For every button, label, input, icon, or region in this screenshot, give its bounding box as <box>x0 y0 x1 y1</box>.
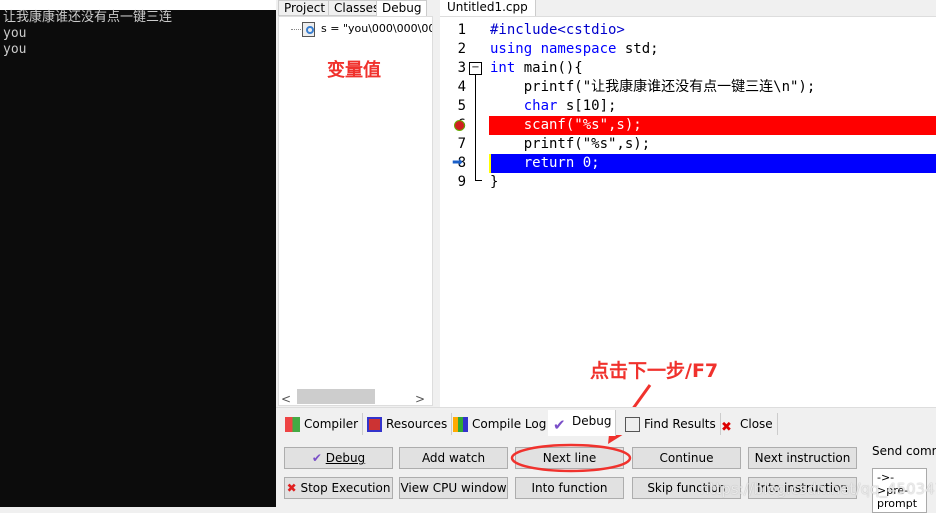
watermark: https://blog.csdn.net/qq_45034708 <box>700 480 936 498</box>
tab-project[interactable]: Project <box>278 0 332 16</box>
into-function-button[interactable]: Into function <box>515 477 624 499</box>
add-watch-button[interactable]: Add watch <box>399 447 508 469</box>
tab-debug-bottom[interactable]: ✔ Debug <box>548 410 617 436</box>
code-line-current: 8 return 0; <box>440 154 936 173</box>
console-window: 让我康康谁还没有点一键三连 you you <box>0 0 276 507</box>
debug-button[interactable]: ✔ Debug <box>284 447 393 469</box>
tab-find-results[interactable]: Find Results <box>620 413 721 435</box>
tab-compile-log[interactable]: Compile Log <box>448 413 552 435</box>
scroll-left-icon[interactable]: < <box>281 392 297 405</box>
code-line: 4 printf("让我康康谁还没有点一键三连\n"); <box>457 79 816 95</box>
code-line: 1 #include<cstdio> <box>457 22 625 38</box>
bottom-tabs: Compiler Resources Compile Log ✔ Debug Fi… <box>276 407 936 436</box>
compile-log-icon <box>453 417 468 432</box>
console-titlebar <box>0 0 276 10</box>
code-line: 5 char s[10]; <box>457 98 617 114</box>
console-line: you <box>3 42 27 57</box>
checkmark-icon: ✔ <box>553 416 566 434</box>
watch-item[interactable]: s = "you\000\000\000 <box>321 22 432 35</box>
editor-tab[interactable]: Untitled1.cpp <box>440 0 536 16</box>
code-editor[interactable]: Untitled1.cpp − 1 #include<cstdio> 2 using… <box>440 0 936 407</box>
code-line: 9} <box>457 174 499 190</box>
tab-close[interactable]: ✖ Close <box>716 413 778 435</box>
tab-compiler[interactable]: Compiler <box>280 413 364 435</box>
console-line: you <box>3 26 27 41</box>
find-icon <box>625 417 640 432</box>
code-line: 3 int main(){ <box>457 60 583 76</box>
continue-button[interactable]: Continue <box>632 447 741 469</box>
code-line: 2 using namespace std; <box>457 41 659 57</box>
view-cpu-window-button[interactable]: View CPU window <box>399 477 508 499</box>
tab-resources[interactable]: Resources <box>362 413 453 435</box>
annotation-next-step: 点击下一步/F7 <box>590 360 719 382</box>
tab-debug[interactable]: Debug <box>376 0 428 16</box>
scroll-right-icon[interactable]: > <box>415 392 432 405</box>
stop-execution-button[interactable]: ✖ Stop Execution <box>284 477 393 499</box>
current-line-arrow-icon: ➡ <box>452 155 463 170</box>
annotation-variable-value: 变量值 <box>327 60 381 81</box>
watch-icon <box>302 22 315 37</box>
console-line: 让我康康谁还没有点一键三连 <box>3 10 173 25</box>
annotation-ellipse <box>510 443 632 473</box>
code-line-breakpoint: 6 scanf("%s",s); <box>440 116 936 135</box>
send-command-label: Send comm <box>872 444 936 458</box>
close-icon: ✖ <box>721 420 732 435</box>
breakpoint-icon[interactable] <box>454 120 465 131</box>
compiler-icon <box>285 417 300 432</box>
stop-icon: ✖ <box>286 481 297 495</box>
checkmark-icon: ✔ <box>311 451 322 465</box>
next-instruction-button[interactable]: Next instruction <box>748 447 857 469</box>
code-line: 7 printf("%s",s); <box>457 136 651 152</box>
horizontal-scrollbar[interactable] <box>297 389 375 404</box>
resources-icon <box>367 417 382 432</box>
